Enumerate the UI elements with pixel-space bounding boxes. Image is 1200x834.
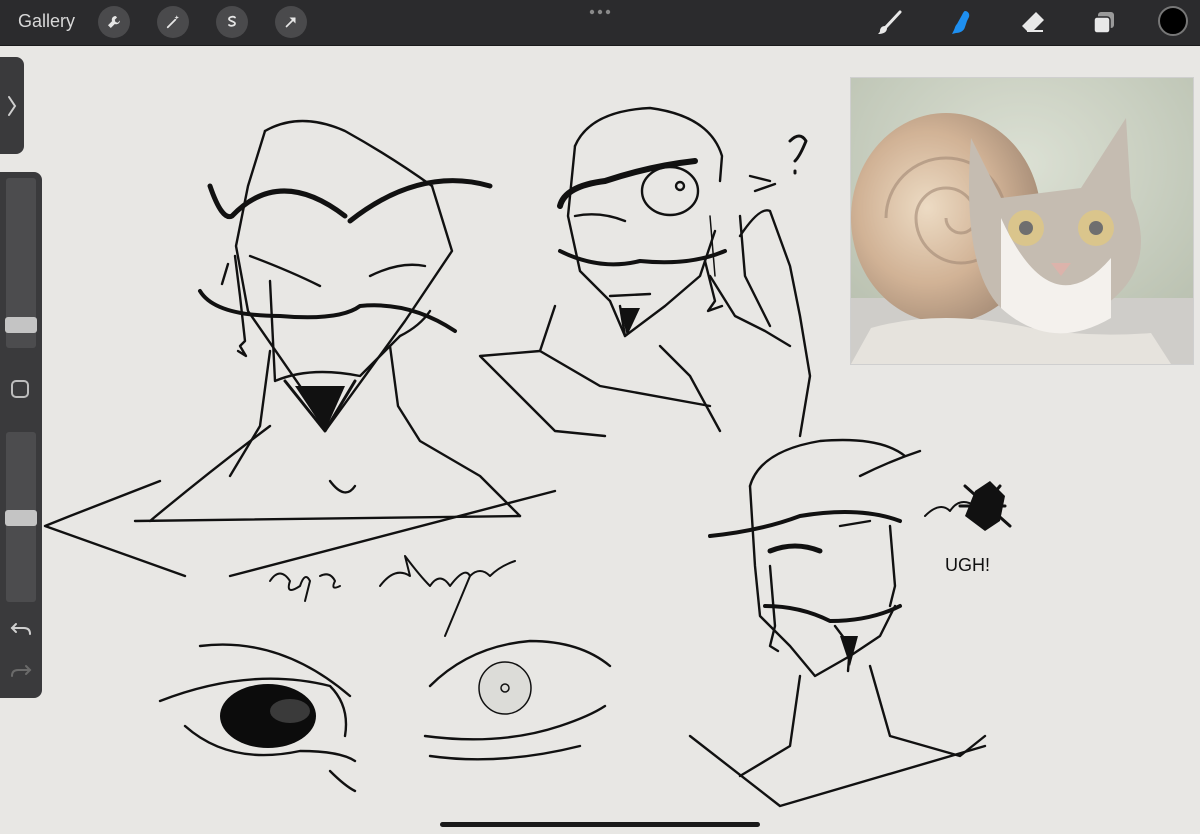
sketch-head-right xyxy=(688,438,1012,808)
exclaim-label: UGH! xyxy=(945,555,990,575)
eye-iris-light xyxy=(478,661,532,715)
gallery-button[interactable]: Gallery xyxy=(18,11,75,32)
sidebar-toggle[interactable] xyxy=(0,57,24,154)
color-swatch[interactable] xyxy=(1158,6,1188,36)
top-toolbar: Gallery xyxy=(0,0,1200,46)
undo-icon[interactable] xyxy=(10,620,32,638)
opacity-handle[interactable] xyxy=(5,510,37,526)
magic-wand-icon[interactable] xyxy=(157,6,189,38)
more-options-icon[interactable] xyxy=(588,6,612,18)
drawing-canvas[interactable]: UGH! xyxy=(0,46,1200,834)
sketch-head-middle xyxy=(478,106,812,438)
reference-image[interactable] xyxy=(850,77,1194,365)
selection-icon[interactable] xyxy=(216,6,248,38)
brush-icon[interactable] xyxy=(875,8,905,38)
chevron-right-icon xyxy=(8,95,17,116)
opacity-slider[interactable] xyxy=(5,432,37,602)
smudge-icon[interactable] xyxy=(946,8,976,38)
modify-button[interactable] xyxy=(11,380,29,398)
left-sidebar xyxy=(0,172,42,698)
brush-size-handle[interactable] xyxy=(5,317,37,333)
brush-size-slider[interactable] xyxy=(5,178,37,348)
wrench-icon[interactable] xyxy=(98,6,130,38)
handwriting-eye-closing xyxy=(269,555,516,637)
transform-arrow-icon[interactable] xyxy=(275,6,307,38)
sketch-head-left xyxy=(43,119,557,578)
eraser-icon[interactable] xyxy=(1018,8,1048,38)
redo-icon[interactable] xyxy=(10,662,32,680)
home-indicator[interactable] xyxy=(440,822,760,827)
layers-icon[interactable] xyxy=(1090,8,1120,38)
